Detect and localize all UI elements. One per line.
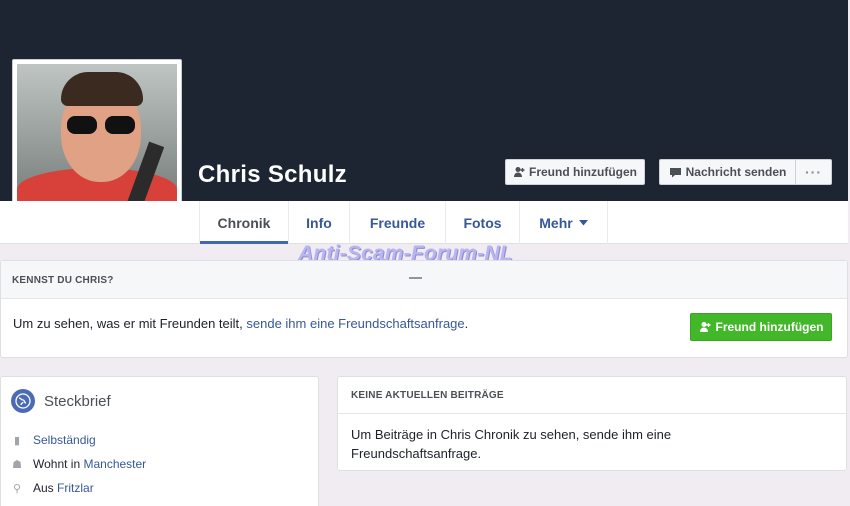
intro-job: ▮ Selbständig xyxy=(10,433,96,447)
send-message-label: Nachricht senden xyxy=(685,165,787,179)
add-friend-icon xyxy=(514,167,525,177)
tab-mehr[interactable]: Mehr xyxy=(520,201,608,244)
profile-name[interactable]: Chris Schulz xyxy=(198,161,347,189)
location-pin-icon: ⚲ xyxy=(12,482,22,495)
know-person-title: KENNST DU CHRIS? xyxy=(12,275,114,286)
more-dots-icon: ··· xyxy=(805,164,822,180)
intro-lives-in: ☗ Wohnt in Manchester xyxy=(10,457,146,471)
tab-freunde[interactable]: Freunde xyxy=(350,201,446,244)
briefcase-icon: ▮ xyxy=(13,434,21,447)
add-friend-button[interactable]: Freund hinzufügen xyxy=(505,159,645,185)
divider xyxy=(338,413,846,414)
caret-down-icon xyxy=(578,219,588,225)
tab-label: Mehr xyxy=(539,214,573,231)
from-prefix: Aus xyxy=(33,481,54,495)
add-friend-label: Freund hinzufügen xyxy=(529,165,637,179)
message-icon xyxy=(669,167,681,177)
tab-fotos[interactable]: Fotos xyxy=(446,201,520,244)
intro-from: ⚲ Aus Fritzlar xyxy=(10,481,94,495)
add-friend-green-label: Freund hinzufügen xyxy=(715,320,824,334)
intro-title: Steckbrief xyxy=(44,393,111,410)
no-posts-text: Um Beiträge in Chris Chronik zu sehen, s… xyxy=(351,427,672,461)
profile-tabs: Chronik Info Freunde Fotos Mehr xyxy=(0,201,848,244)
no-posts-title: KEINE AKTUELLEN BEITRÄGE xyxy=(351,390,504,401)
tab-label: Info xyxy=(306,214,332,231)
tab-label: Fotos xyxy=(463,214,502,231)
home-icon: ☗ xyxy=(12,458,22,471)
know-person-message: Um zu sehen, was er mit Freunden teilt, xyxy=(13,316,243,331)
tab-label: Chronik xyxy=(217,214,271,231)
avatar-image xyxy=(17,64,177,222)
from-city-link[interactable]: Fritzlar xyxy=(57,481,94,495)
globe-icon xyxy=(11,389,35,413)
no-posts-card: KEINE AKTUELLEN BEITRÄGE Um Beiträge in … xyxy=(337,376,847,471)
tab-label: Freunde xyxy=(369,214,426,231)
add-friend-icon xyxy=(699,322,710,332)
tab-info[interactable]: Info xyxy=(289,201,350,244)
more-options-button[interactable]: ··· xyxy=(795,159,832,185)
know-person-card: KENNST DU CHRIS? Um zu sehen, was er mit… xyxy=(0,260,848,358)
collapse-dash-icon[interactable] xyxy=(409,277,422,279)
know-person-text: Um zu sehen, was er mit Freunden teilt, … xyxy=(13,316,468,331)
add-friend-green-button[interactable]: Freund hinzufügen xyxy=(690,313,832,341)
job-link[interactable]: Selbständig xyxy=(33,433,96,447)
know-person-period: . xyxy=(464,316,469,331)
lives-in-prefix: Wohnt in xyxy=(33,457,81,471)
know-person-header: KENNST DU CHRIS? xyxy=(1,261,847,299)
tab-chronik[interactable]: Chronik xyxy=(199,201,289,244)
send-message-button[interactable]: Nachricht senden xyxy=(659,159,796,185)
friend-request-link[interactable]: sende ihm eine Freundschaftsanfrage xyxy=(246,316,464,331)
lives-in-city-link[interactable]: Manchester xyxy=(83,457,146,471)
